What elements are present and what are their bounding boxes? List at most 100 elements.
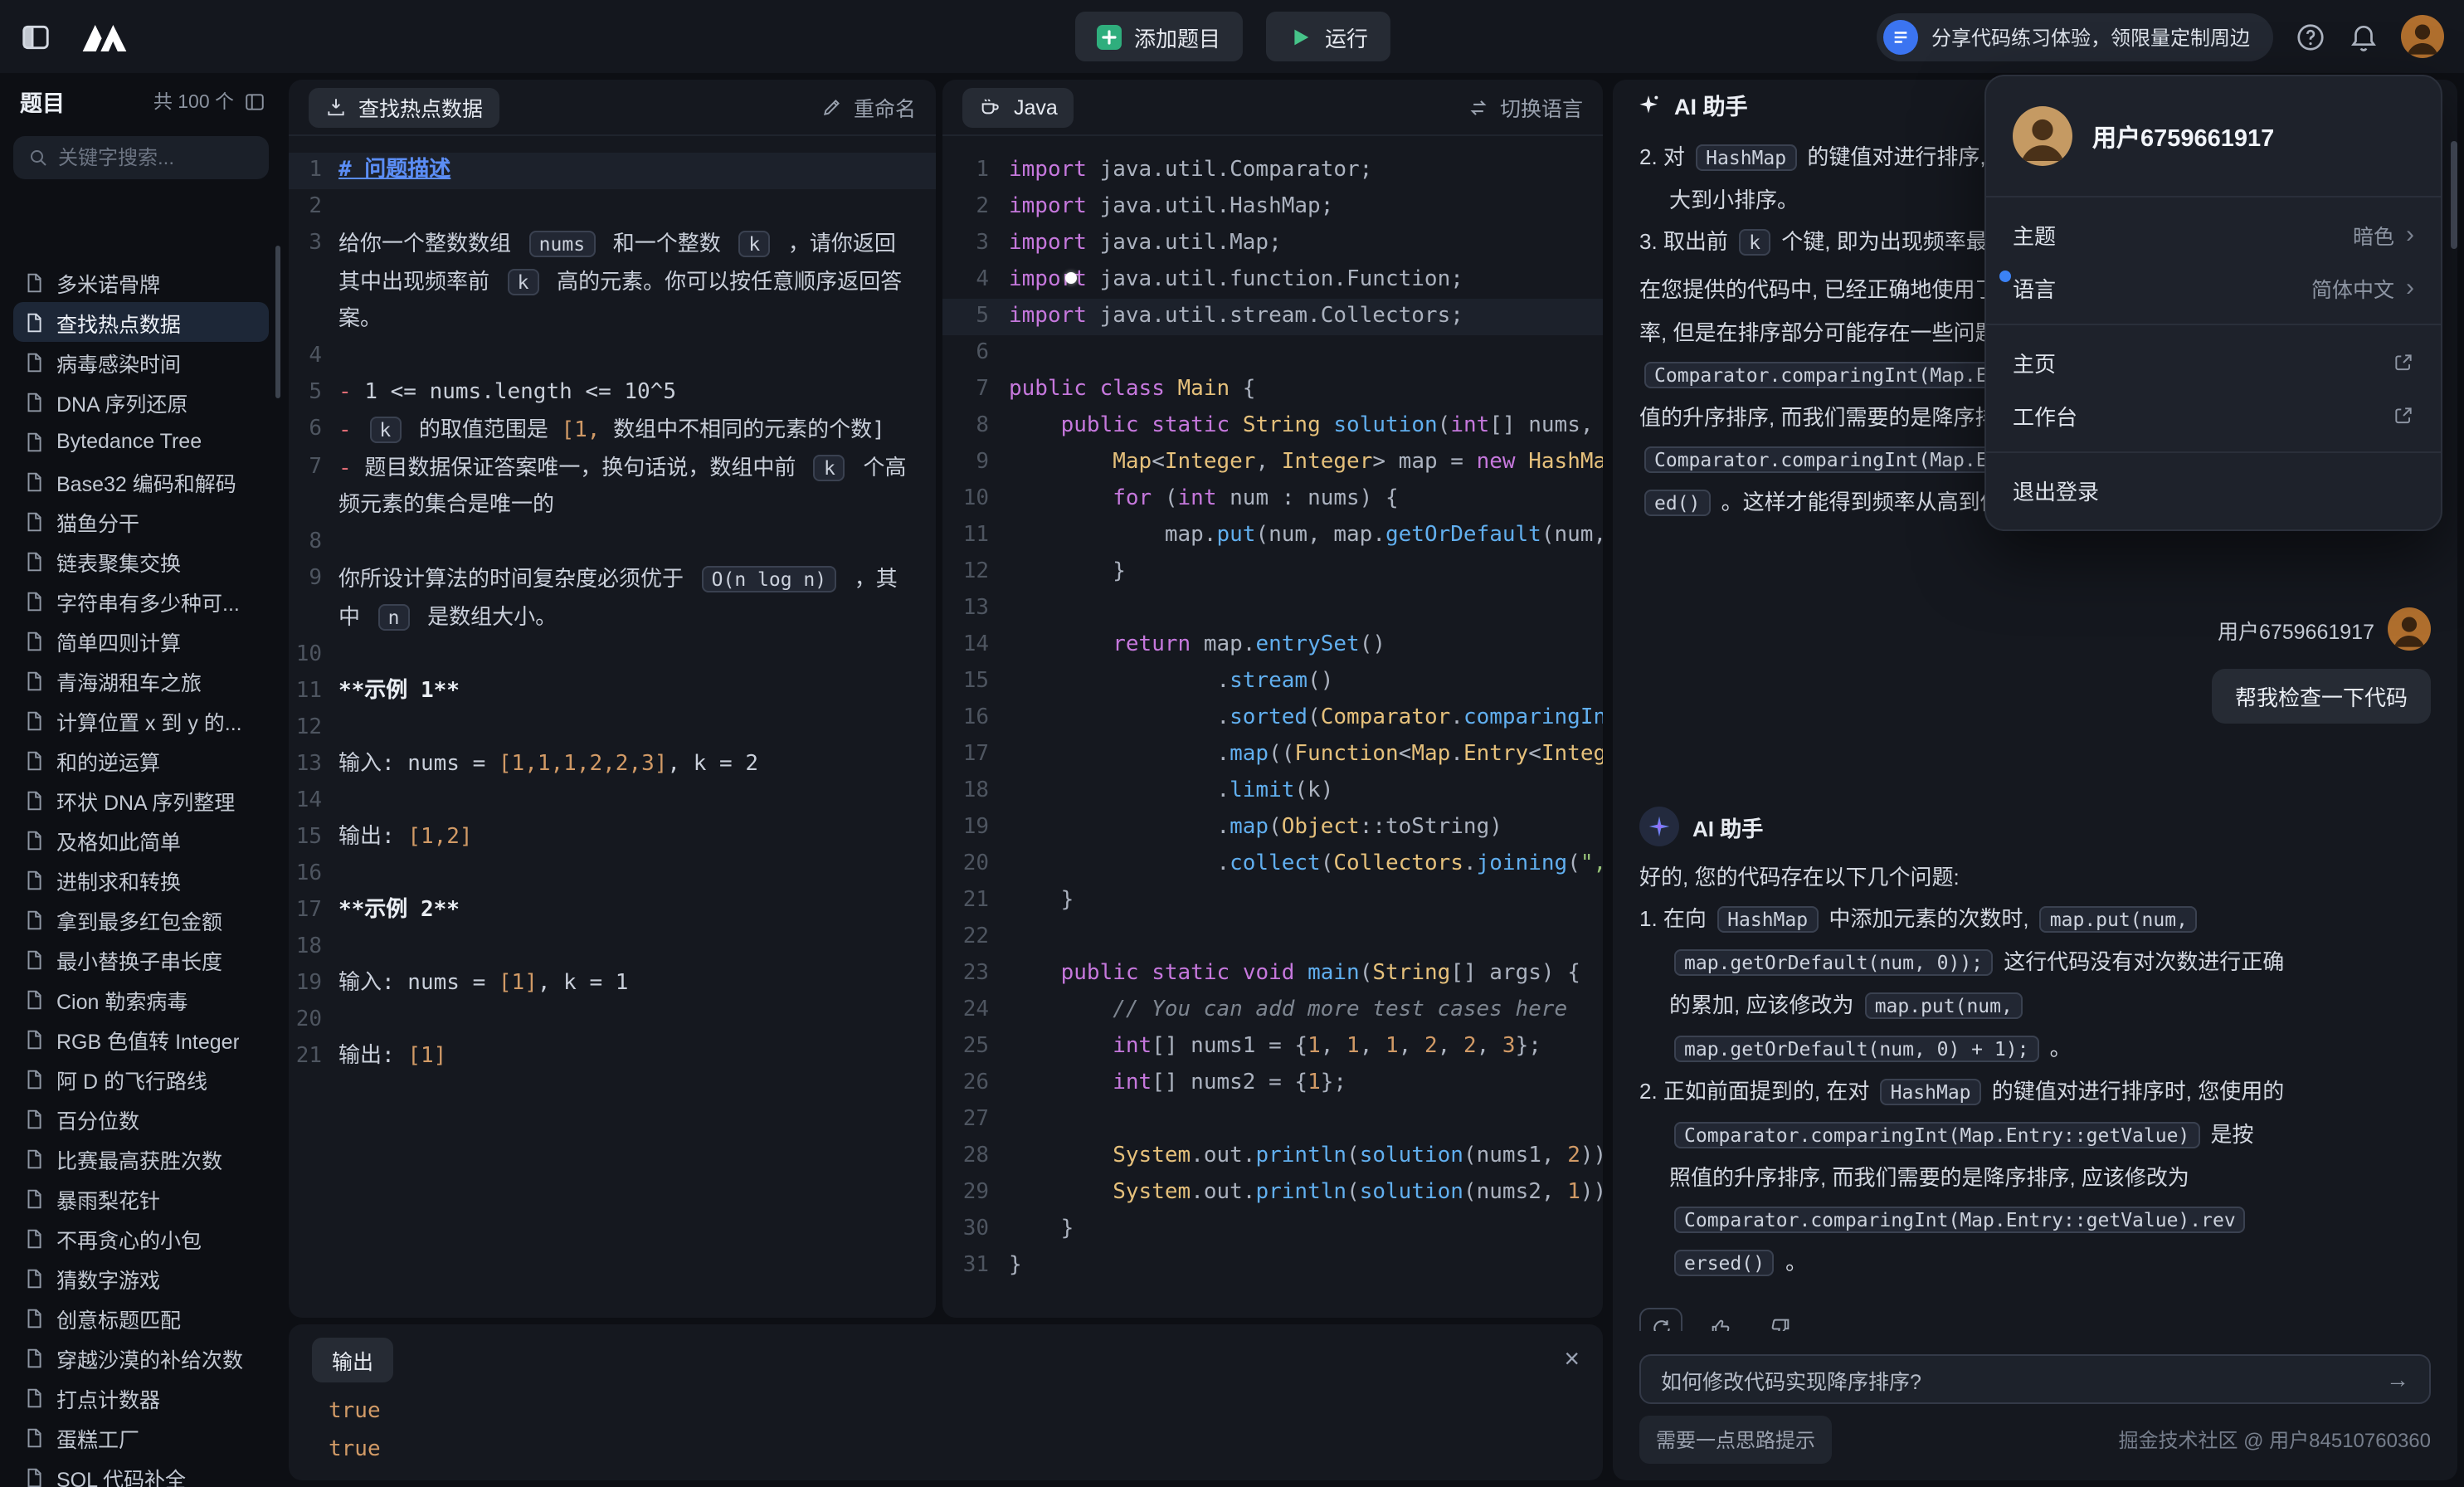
sidebar-item[interactable]: SQL 代码补全	[13, 1457, 269, 1487]
code-line[interactable]: 21 }	[942, 883, 1603, 919]
sidebar-item[interactable]: 暴雨梨花针	[13, 1178, 269, 1218]
collapse-panel-icon[interactable]	[244, 90, 265, 112]
sidebar-item[interactable]: DNA 序列还原	[13, 382, 269, 422]
sidebar-item[interactable]: 拿到最多红包金额	[13, 900, 269, 939]
code-line[interactable]: 3import java.util.Map;	[942, 226, 1603, 262]
output-tab[interactable]: 输出	[312, 1338, 393, 1382]
sidebar-toggle-icon[interactable]	[20, 21, 51, 52]
markdown-editor[interactable]: 1# 问题描述2 3给你一个整数数组 nums 和一个整数 k ，请你返回其中出…	[289, 136, 936, 1075]
sidebar-item[interactable]: 百分位数	[13, 1099, 269, 1138]
code-line[interactable]: 27	[942, 1102, 1603, 1138]
code-line[interactable]: 11 map.put(num, map.getOrDefault(num, 0)…	[942, 518, 1603, 554]
promo-banner[interactable]: 分享代码练习体验，领限量定制周边	[1877, 12, 2273, 61]
search-input[interactable]	[58, 146, 241, 169]
desc-line[interactable]: 10	[289, 637, 936, 674]
ai-suggested-question[interactable]: 如何修改代码实现降序排序? →	[1639, 1354, 2431, 1404]
sidebar-item[interactable]: RGB 色值转 Integer	[13, 1019, 269, 1059]
sidebar-item[interactable]: 打点计数器	[13, 1377, 269, 1417]
code-line[interactable]: 29 System.out.println(solution(nums2, 1)…	[942, 1175, 1603, 1212]
code-line[interactable]: 8 public static String solution(int[] nu…	[942, 408, 1603, 445]
search-box[interactable]	[13, 136, 269, 179]
sidebar-item[interactable]: 进制求和转换	[13, 860, 269, 900]
run-button[interactable]: 运行	[1265, 12, 1390, 61]
language-button[interactable]: Java	[962, 87, 1074, 127]
code-line[interactable]: 7public class Main {	[942, 372, 1603, 408]
menu-item-workspace[interactable]: 工作台	[1986, 388, 2441, 441]
sidebar-item[interactable]: 猜数字游戏	[13, 1258, 269, 1298]
desc-line[interactable]: 1# 问题描述	[289, 153, 936, 189]
desc-line[interactable]: 21输出: [1]	[289, 1039, 936, 1075]
sidebar-item[interactable]: 链表聚集交换	[13, 541, 269, 581]
code-line[interactable]: 19 .map(Object::toString)	[942, 810, 1603, 846]
desc-line[interactable]: 4	[289, 339, 936, 375]
menu-item-language[interactable]: 语言简体中文›	[1986, 261, 2441, 314]
cursor-handle-dot[interactable]	[1065, 272, 1077, 284]
close-icon[interactable]: ×	[1564, 1347, 1580, 1373]
desc-line[interactable]: 17**示例 2**	[289, 893, 936, 929]
code-line[interactable]: 9 Map<Integer, Integer> map = new HashMa…	[942, 445, 1603, 481]
ai-scrollbar-thumb[interactable]	[2451, 141, 2457, 249]
code-line[interactable]: 24 // You can add more test cases here	[942, 992, 1603, 1029]
desc-line[interactable]: 11**示例 1**	[289, 674, 936, 710]
desc-line[interactable]: 20	[289, 1002, 936, 1039]
sidebar-item[interactable]: 阿 D 的飞行路线	[13, 1059, 269, 1099]
desc-line[interactable]: 8	[289, 524, 936, 561]
desc-line[interactable]: 16	[289, 856, 936, 893]
sidebar-item[interactable]: 多米诺骨牌	[13, 262, 269, 302]
sidebar-item[interactable]: 最小替换子串长度	[13, 939, 269, 979]
sidebar-item[interactable]: Cion 勒索病毒	[13, 979, 269, 1019]
sidebar-item[interactable]: Bytedance Tree	[13, 422, 269, 461]
desc-line[interactable]: 2	[289, 189, 936, 226]
code-line[interactable]: 31}	[942, 1248, 1603, 1285]
desc-line[interactable]: 13输入: nums = [1,1,1,2,2,3], k = 2	[289, 747, 936, 783]
menu-item-home[interactable]: 主页	[1986, 335, 2441, 388]
sidebar-scrollbar-thumb[interactable]	[275, 246, 280, 398]
rename-button[interactable]: 重命名	[822, 91, 916, 123]
code-line[interactable]: 28 System.out.println(solution(nums1, 2)…	[942, 1138, 1603, 1175]
desc-line[interactable]: 9你所设计算法的时间复杂度必须优于 O(n log n) ，其中 n 是数组大小…	[289, 561, 936, 637]
sidebar-item[interactable]: 不再贪心的小包	[13, 1218, 269, 1258]
desc-line[interactable]: 15输出: [1,2]	[289, 820, 936, 856]
regenerate-button[interactable]	[1639, 1308, 1682, 1331]
sidebar-item[interactable]: 计算位置 x 到 y 的...	[13, 700, 269, 740]
menu-item-theme[interactable]: 主题暗色›	[1986, 207, 2441, 261]
desc-line[interactable]: 3给你一个整数数组 nums 和一个整数 k ，请你返回其中出现频率前 k 高的…	[289, 226, 936, 339]
code-line[interactable]: 15 .stream()	[942, 664, 1603, 700]
code-line[interactable]: 20 .collect(Collectors.joining(","))	[942, 846, 1603, 883]
sidebar-item[interactable]: 查找热点数据	[13, 302, 269, 342]
code-line[interactable]: 30 }	[942, 1212, 1603, 1248]
sidebar-item[interactable]: 环状 DNA 序列整理	[13, 780, 269, 820]
sidebar-item[interactable]: 及格如此简单	[13, 820, 269, 860]
switch-language-button[interactable]: 切换语言	[1467, 91, 1583, 123]
code-line[interactable]: 10 for (int num : nums) {	[942, 481, 1603, 518]
user-avatar[interactable]	[2401, 15, 2444, 58]
code-line[interactable]: 22	[942, 919, 1603, 956]
menu-item-logout[interactable]: 退出登录	[1986, 463, 2441, 516]
desc-line[interactable]: 7- 题目数据保证答案唯一，换句话说，数组中前 k 个高频元素的集合是唯一的	[289, 450, 936, 524]
sidebar-item[interactable]: 青海湖租车之旅	[13, 661, 269, 700]
sidebar-item[interactable]: 比赛最高获胜次数	[13, 1138, 269, 1178]
code-line[interactable]: 17 .map((Function<Map.Entry<Integer, Int…	[942, 737, 1603, 773]
code-line[interactable]: 12 }	[942, 554, 1603, 591]
sidebar-item[interactable]: 穿越沙漠的补给次数	[13, 1338, 269, 1377]
code-line[interactable]: 16 .sorted(Comparator.comparingInt(Map.E…	[942, 700, 1603, 737]
code-line[interactable]: 6	[942, 335, 1603, 372]
code-line[interactable]: 26 int[] nums2 = {1};	[942, 1065, 1603, 1102]
code-line[interactable]: 1import java.util.Comparator;	[942, 153, 1603, 189]
sidebar-item[interactable]: 字符串有多少种可...	[13, 581, 269, 621]
sidebar-item[interactable]: 病毒感染时间	[13, 342, 269, 382]
hint-button[interactable]: 需要一点思路提示	[1639, 1416, 1832, 1464]
notifications-bell-icon[interactable]	[2348, 21, 2379, 52]
sidebar-item[interactable]: 猫鱼分干	[13, 501, 269, 541]
code-line[interactable]: 25 int[] nums1 = {1, 1, 1, 2, 2, 3};	[942, 1029, 1603, 1065]
desc-line[interactable]: 18	[289, 929, 936, 966]
sidebar-item[interactable]: 创意标题匹配	[13, 1298, 269, 1338]
code-line[interactable]: 23 public static void main(String[] args…	[942, 956, 1603, 992]
sidebar-item[interactable]: 和的逆运算	[13, 740, 269, 780]
add-problem-button[interactable]: 添加题目	[1074, 12, 1242, 61]
code-line[interactable]: 14 return map.entrySet()	[942, 627, 1603, 664]
desc-line[interactable]: 12	[289, 710, 936, 747]
desc-line[interactable]: 5- 1 <= nums.length <= 10^5	[289, 375, 936, 412]
code-line[interactable]: 4import java.util.function.Function;	[942, 262, 1603, 299]
sidebar-item[interactable]: 蛋糕工厂	[13, 1417, 269, 1457]
